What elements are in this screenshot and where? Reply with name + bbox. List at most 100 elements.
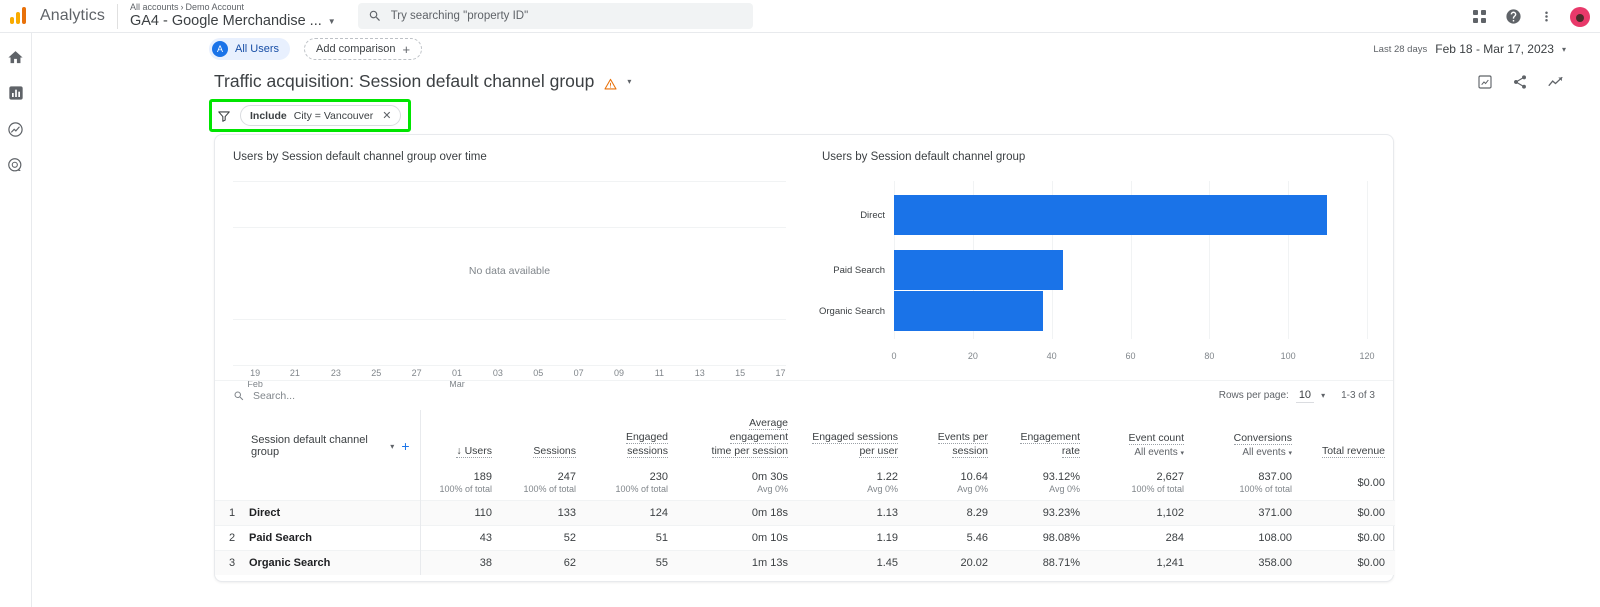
breadcrumb-all-accounts[interactable]: All accounts (130, 2, 179, 12)
x-tick-label: 21 (289, 368, 300, 378)
row-name[interactable]: Organic Search (249, 557, 330, 569)
account-selector[interactable]: All accounts › Demo Account GA4 - Google M… (130, 2, 336, 30)
bar-chart-row[interactable]: Paid Search (833, 250, 1367, 290)
property-name: GA4 - Google Merchandise ... (129, 13, 322, 29)
column-header-events-per-session[interactable]: Events per session (908, 410, 998, 465)
charts-row: Users by Session default channel group o… (215, 135, 1393, 389)
search-input[interactable]: Try searching "property ID" (357, 3, 753, 29)
column-label: Total revenue (1321, 445, 1385, 458)
column-header-avg-engagement-time[interactable]: Average engagement time per session (678, 410, 798, 465)
totals-sub: Avg 0% (957, 484, 988, 494)
column-header-users[interactable]: ↓ Users (420, 410, 502, 465)
totals-cell: 1.22 Avg 0% (798, 465, 908, 501)
x-tick-label: 13 (694, 368, 705, 378)
row-cell: 133 (557, 507, 576, 519)
x-tick-label: 25 (371, 368, 382, 378)
explore-icon (8, 121, 23, 137)
row-cell: 62 (563, 557, 576, 569)
x-tick-label: 07 (573, 368, 584, 378)
filter-include-label: Include (250, 109, 287, 122)
column-label: Users (464, 445, 492, 457)
row-cell: 284 (1165, 532, 1184, 544)
chevron-down-icon[interactable]: ▾ (390, 442, 394, 451)
bar-chart-row[interactable]: Direct (860, 195, 1367, 235)
totals-sub: Avg 0% (1049, 484, 1080, 494)
column-label-2: sessions (627, 445, 668, 458)
bar-chart-row[interactable]: Organic Search (819, 291, 1367, 331)
column-header-total-revenue[interactable]: Total revenue (1302, 410, 1395, 465)
column-header-event-count[interactable]: Event count All events ▾ (1090, 410, 1194, 465)
bar-segment[interactable] (894, 250, 1064, 290)
comparison-chip-all-users[interactable]: A All Users (209, 38, 291, 60)
event-count-filter[interactable]: All events ▾ (1100, 447, 1184, 458)
column-header-conversions[interactable]: Conversions All events ▾ (1194, 410, 1302, 465)
report-actions (1476, 73, 1564, 91)
totals-sub: 100% of total (1131, 484, 1184, 494)
dimension-label[interactable]: Session default channel group (251, 434, 383, 458)
breadcrumb-demo-account[interactable]: Demo Account (185, 2, 244, 12)
row-name[interactable]: Direct (249, 507, 280, 519)
line-chart-title: Users by Session default channel group o… (233, 151, 487, 163)
chevron-down-icon[interactable]: ▾ (1321, 391, 1325, 400)
search-icon (234, 391, 244, 400)
totals-sub: Avg 0% (867, 484, 898, 494)
filter-chip-city-vancouver[interactable]: Include City = Vancouver ✕ (240, 105, 402, 126)
search-icon (369, 10, 380, 21)
brand-label: Analytics (40, 7, 105, 24)
bar-segment[interactable] (894, 195, 1328, 235)
date-range-selector[interactable]: Last 28 days Feb 18 - Mar 17, 2023 ▾ (1373, 33, 1566, 65)
x-tick-label: 01 (451, 368, 462, 378)
totals-value: 247 (557, 471, 576, 483)
share-icon[interactable] (1511, 73, 1529, 91)
table-row[interactable]: 1 Direct 110 133 124 0m 18s 1.13 8.29 93.… (215, 500, 1395, 526)
row-cell: $0.00 (1357, 507, 1385, 519)
row-name[interactable]: Paid Search (249, 532, 312, 544)
sidebar-item-home[interactable] (6, 47, 26, 67)
table-search-input[interactable]: Search... (233, 390, 295, 402)
close-icon[interactable]: ✕ (382, 109, 391, 122)
rows-per-page-value[interactable]: 10 (1295, 389, 1315, 403)
bar-segment[interactable] (894, 291, 1044, 331)
row-cell: 1.19 (876, 532, 898, 544)
bar-chart-icon (8, 86, 23, 100)
property-name-row[interactable]: GA4 - Google Merchandise ... ▼ (130, 13, 336, 30)
help-icon[interactable] (1504, 8, 1522, 26)
sidebar-item-advertising[interactable] (6, 155, 26, 175)
totals-cell: 230 100% of total (586, 465, 678, 501)
x-tick-label: 03 (492, 368, 503, 378)
bar-x-tick: 80 (1204, 351, 1215, 361)
chevron-down-icon[interactable]: ▾ (627, 77, 631, 86)
warning-triangle-icon[interactable] (603, 75, 618, 90)
totals-value: $0.00 (1357, 476, 1385, 489)
sidebar-item-reports[interactable] (6, 83, 26, 103)
avatar[interactable] (1570, 6, 1590, 27)
table-body: 189 100% of total 247 100% of total 230 100… (215, 465, 1395, 575)
sort-arrow-icon: ↓ (456, 445, 462, 457)
row-cell: 1.45 (876, 557, 898, 569)
bar-chart-panel: Users by Session default channel group D… (804, 135, 1393, 380)
column-label: Engaged (625, 431, 668, 444)
insights-icon[interactable] (1546, 73, 1564, 91)
filter-funnel-icon (218, 110, 230, 122)
more-vert-icon[interactable] (1537, 8, 1555, 26)
table-head: Session default channel group ▾ + ↓ User… (215, 410, 1395, 465)
row-dimension-cell: 1 Direct (215, 500, 421, 526)
customize-report-icon[interactable] (1476, 73, 1494, 91)
column-label-2: time per session (711, 445, 788, 458)
add-comparison-button[interactable]: Add comparison + (304, 38, 423, 60)
page-title-wrap: Traffic acquisition: Session default cha… (214, 71, 631, 92)
add-dimension-icon[interactable]: + (401, 439, 409, 453)
totals-dimension-cell (215, 465, 421, 501)
column-header-engaged-sessions[interactable]: Engaged sessions (586, 410, 678, 465)
column-header-engaged-sessions-per-user[interactable]: Engaged sessions per user (798, 410, 908, 465)
home-icon (8, 50, 23, 63)
column-header-sessions[interactable]: Sessions (502, 410, 586, 465)
table-row[interactable]: 2 Paid Search 43 52 51 0m 10s 1.19 5.46 9… (215, 525, 1395, 551)
apps-grid-icon[interactable] (1471, 8, 1489, 26)
report-title-row: Traffic acquisition: Session default cha… (32, 71, 1600, 92)
column-header-engagement-rate[interactable]: Engagement rate (998, 410, 1090, 465)
line-chart-plot: No data available (233, 181, 786, 366)
table-row[interactable]: 3 Organic Search 38 62 55 1m 13s 1.45 20.… (215, 550, 1395, 575)
sidebar-item-explore[interactable] (6, 119, 26, 139)
conversions-filter[interactable]: All events ▾ (1204, 447, 1292, 458)
